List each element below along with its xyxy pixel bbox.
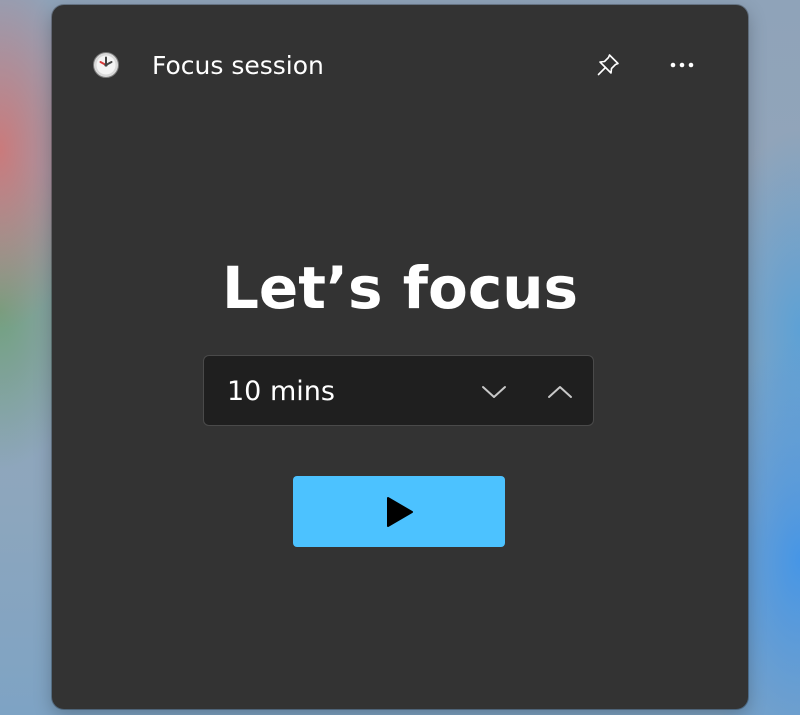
pin-button[interactable] [592,49,624,81]
chevron-up-icon [548,386,572,398]
pin-icon [597,54,619,76]
clock-icon [92,51,120,79]
increase-duration-button[interactable] [540,374,580,410]
headline: Let’s focus [221,254,579,322]
decrease-duration-button[interactable] [474,374,514,410]
duration-value: 10 mins [227,376,335,407]
duration-stepper[interactable]: 10 mins [203,355,594,426]
chevron-down-icon [482,386,506,398]
focus-session-widget: Focus session Let’s focus 10 mins [52,5,748,709]
more-options-button[interactable] [664,49,700,81]
start-focus-button[interactable] [293,476,505,547]
play-icon [387,496,413,527]
more-options-icon [670,62,694,68]
widget-title: Focus session [152,51,324,80]
